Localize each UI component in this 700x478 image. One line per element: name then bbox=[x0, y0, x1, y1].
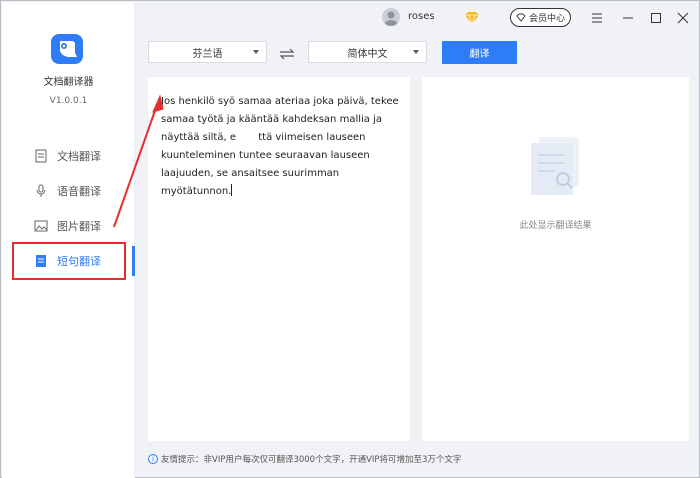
source-text-line: kuunteleminen tuntee seuraavan lauseen bbox=[161, 150, 370, 161]
footer-tip-text: 友情提示：非VIP用户每次仅可翻译3000个文字，开通VIP将可增加至3万个文字 bbox=[161, 455, 462, 465]
info-icon: i bbox=[148, 454, 158, 464]
sidebar-item-label: 图片翻译 bbox=[57, 220, 101, 233]
app-window: 文档翻译器 V1.0.0.1 文档翻译 语音翻译 图片翻译 短句翻译 roses… bbox=[0, 0, 700, 478]
source-text[interactable]: Jos henkilö syö samaa ateriaa joka päivä… bbox=[161, 93, 405, 201]
footer-tip: i 友情提示：非VIP用户每次仅可翻译3000个文字，开通VIP将可增加至3万个… bbox=[148, 453, 461, 465]
member-center-label: 会员中心 bbox=[528, 14, 565, 24]
diamond-icon bbox=[516, 13, 526, 22]
member-center-button[interactable]: 会员中心 bbox=[510, 8, 571, 27]
sidebar-item-label: 文档翻译 bbox=[57, 150, 101, 163]
minimize-icon[interactable] bbox=[621, 10, 635, 24]
image-icon bbox=[34, 219, 48, 233]
vip-diamond-icon[interactable] bbox=[464, 10, 480, 29]
result-placeholder: 此处显示翻译结果 bbox=[519, 221, 592, 231]
sidebar-item-label: 语音翻译 bbox=[57, 185, 101, 198]
document-icon bbox=[34, 149, 48, 163]
sidebar-item-voice-translate[interactable]: 语音翻译 bbox=[2, 174, 135, 208]
swap-languages-icon[interactable] bbox=[279, 45, 295, 64]
maximize-icon[interactable] bbox=[649, 10, 663, 24]
translate-button[interactable]: 翻译 bbox=[442, 41, 517, 64]
menu-icon[interactable] bbox=[590, 10, 604, 24]
target-language-label: 简体中文 bbox=[347, 48, 388, 60]
close-icon[interactable] bbox=[676, 10, 690, 24]
source-text-line: samaa työtä ja kääntää kahdeksan mallia … bbox=[161, 114, 382, 125]
empty-document-icon bbox=[525, 133, 587, 203]
chevron-down-icon bbox=[253, 50, 259, 54]
avatar[interactable] bbox=[382, 8, 400, 26]
sidebar-item-document-translate[interactable]: 文档翻译 bbox=[2, 139, 135, 173]
user-name[interactable]: roses bbox=[408, 11, 435, 22]
sidebar: 文档翻译器 V1.0.0.1 文档翻译 语音翻译 图片翻译 短句翻译 bbox=[2, 2, 135, 478]
chevron-down-icon bbox=[413, 50, 419, 54]
source-text-line: Jos henkilö syö samaa ateriaa joka päivä… bbox=[161, 96, 399, 107]
app-name: 文档翻译器 bbox=[43, 77, 94, 88]
active-indicator bbox=[132, 246, 135, 276]
annotation-highlight-box bbox=[12, 242, 126, 280]
result-panel: 此处显示翻译结果 bbox=[422, 77, 689, 441]
source-text-line: näyttää siltä, e ttä viimeisen lauseen bbox=[161, 132, 366, 143]
source-language-select[interactable]: 芬兰语 bbox=[148, 41, 267, 63]
source-text-line: laajuuden, se ansaitsee suurimman myötät… bbox=[161, 168, 340, 197]
app-version: V1.0.0.1 bbox=[49, 96, 88, 106]
source-text-area[interactable]: Jos henkilö syö samaa ateriaa joka päivä… bbox=[148, 77, 410, 441]
app-logo bbox=[51, 34, 83, 64]
text-cursor bbox=[231, 184, 233, 196]
source-language-label: 芬兰语 bbox=[192, 48, 223, 60]
microphone-icon bbox=[34, 184, 48, 198]
target-language-select[interactable]: 简体中文 bbox=[308, 41, 427, 63]
sidebar-item-image-translate[interactable]: 图片翻译 bbox=[2, 209, 135, 243]
